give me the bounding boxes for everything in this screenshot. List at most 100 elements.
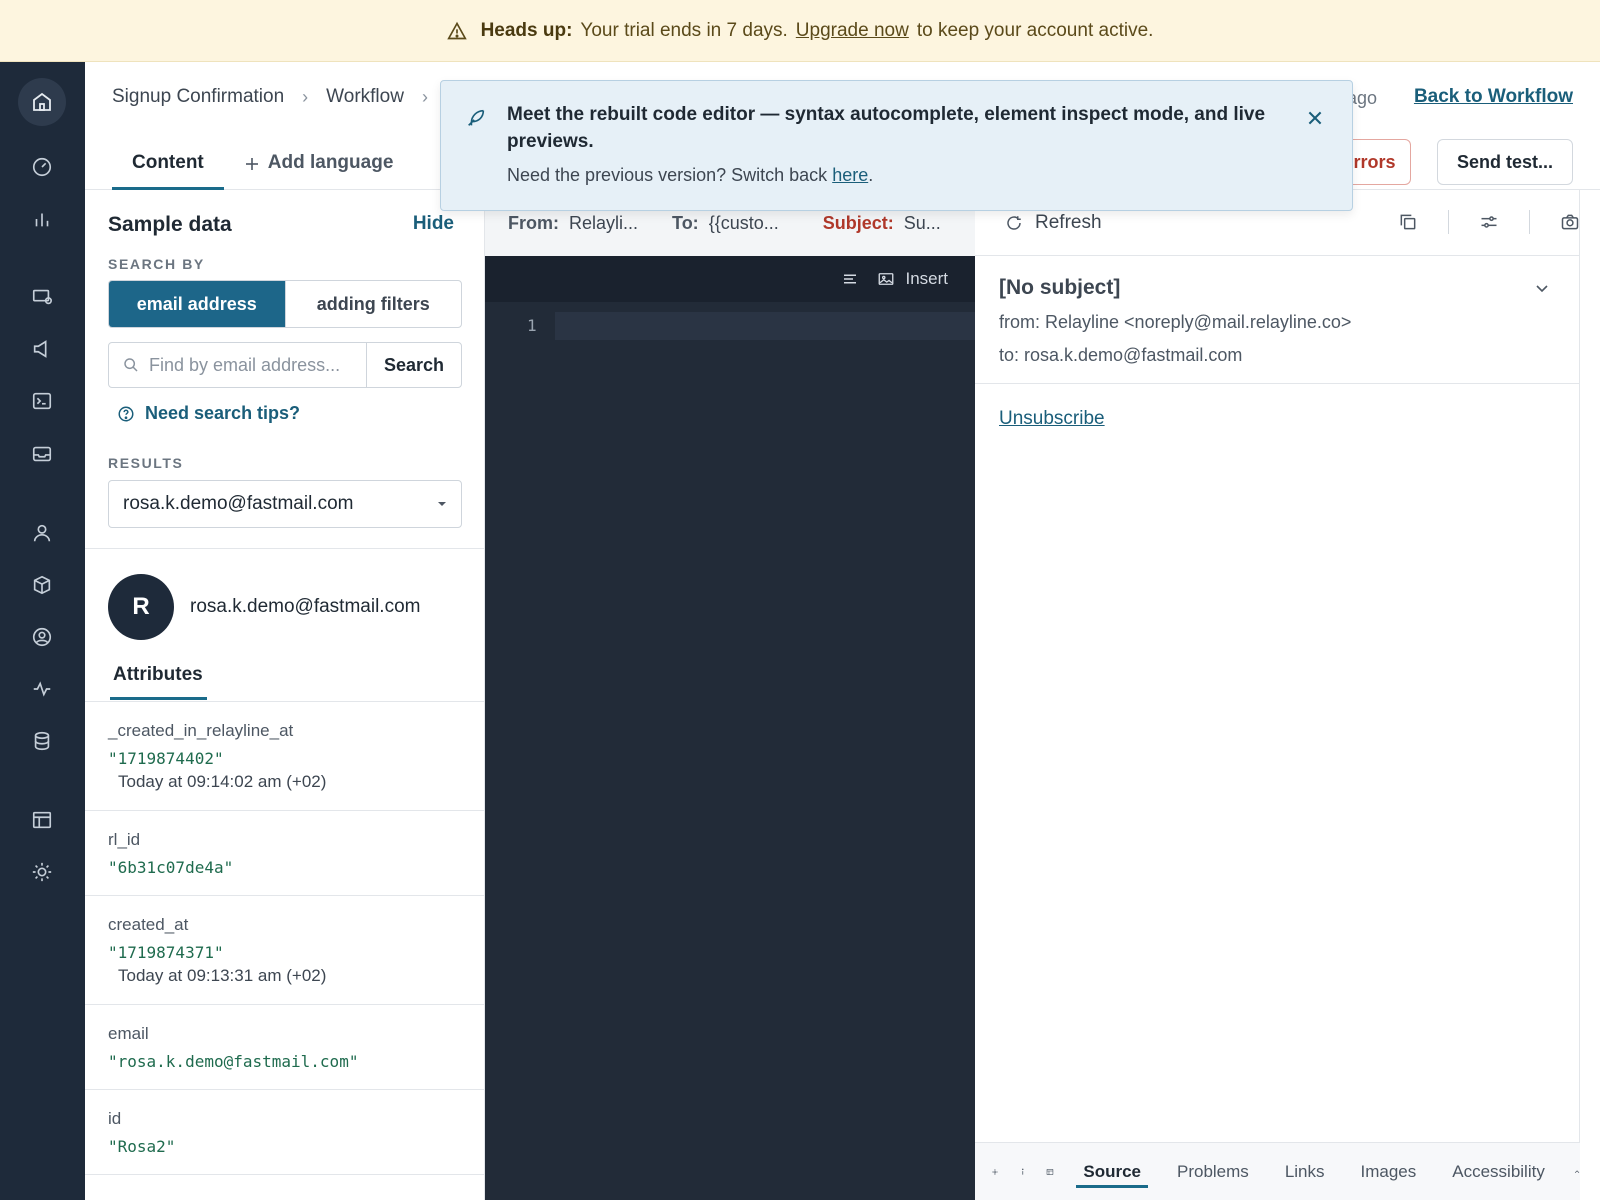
inspect-icon[interactable] — [991, 1163, 999, 1181]
messages-icon[interactable] — [30, 285, 54, 309]
object-icon[interactable] — [30, 573, 54, 597]
refresh-button[interactable]: Refresh — [1005, 212, 1102, 234]
format-align-icon[interactable] — [841, 270, 859, 288]
send-test-button[interactable]: Send test... — [1437, 139, 1573, 185]
from-label: From: — [508, 212, 559, 233]
tab-links[interactable]: Links — [1278, 1156, 1332, 1188]
results-select[interactable]: rosa.k.demo@fastmail.com — [108, 480, 462, 528]
attribute-value: "6b31c07de4a" — [108, 858, 234, 877]
attribute-row: email "rosa.k.demo@fastmail.com" — [85, 1005, 485, 1090]
refresh-icon — [1007, 215, 1021, 230]
search-by-label: SEARCH BY — [108, 256, 205, 272]
caret-down-icon — [438, 502, 446, 506]
results-selected-value: rosa.k.demo@fastmail.com — [123, 493, 354, 514]
attribute-hint: Today at 09:13:31 am (+02) — [118, 966, 327, 985]
tab-images[interactable]: Images — [1354, 1156, 1424, 1188]
attribute-hint: Today at 09:14:02 am (+02) — [118, 772, 327, 791]
terminal-icon[interactable] — [30, 389, 54, 413]
banner-prefix: Heads up: — [480, 19, 573, 41]
search-tips-label: Need search tips? — [145, 403, 301, 423]
code-editor: From: Relayli... To: {{custo... Subject:… — [485, 190, 975, 1200]
inbox-icon[interactable] — [30, 442, 54, 466]
breadcrumb-separator: › — [302, 86, 309, 107]
profile-email: rosa.k.demo@fastmail.com — [190, 596, 421, 617]
tab-attributes[interactable]: Attributes — [110, 664, 207, 700]
attribute-key: rl_id — [108, 830, 141, 849]
feather-icon — [468, 109, 485, 126]
attribute-key: id — [108, 1109, 122, 1128]
back-to-workflow-link[interactable]: Back to Workflow — [1414, 86, 1573, 108]
banner-text-after: to keep your account active. — [916, 19, 1154, 41]
mail-header: [No subject] from: Relayline <noreply@ma… — [975, 256, 1580, 384]
breadcrumb-item-workflow[interactable]: Workflow — [326, 86, 404, 108]
breadcrumb-separator: › — [421, 86, 428, 107]
preview-bottom-bar: Source Problems Links Images Accessibili… — [975, 1142, 1580, 1200]
toast-body-text: Need the previous version? Switch back — [507, 165, 828, 185]
account-icon[interactable] — [30, 625, 54, 649]
home-button[interactable] — [18, 78, 66, 126]
divider — [85, 548, 485, 549]
search-by-toggle: email address adding filters — [108, 280, 462, 328]
camera-icon[interactable] — [1560, 212, 1580, 232]
search-by-email-option[interactable]: email address — [109, 281, 285, 327]
from-field[interactable]: Relayli... — [569, 213, 638, 234]
attribute-key: email — [108, 1024, 149, 1043]
add-language-button[interactable]: Add language — [224, 146, 414, 190]
attribute-value: "1719874371" — [108, 943, 224, 962]
info-icon[interactable] — [1021, 1163, 1025, 1181]
broadcast-icon[interactable] — [30, 337, 54, 361]
to-field[interactable]: {{custo... — [709, 213, 779, 234]
unsubscribe-link[interactable]: Unsubscribe — [999, 408, 1105, 430]
settings-icon[interactable] — [30, 860, 54, 884]
tab-problems[interactable]: Problems — [1170, 1156, 1256, 1188]
analytics-icon[interactable] — [30, 207, 54, 231]
person-icon[interactable] — [30, 521, 54, 545]
close-icon[interactable] — [1306, 109, 1324, 127]
layout-icon[interactable] — [30, 808, 54, 832]
attribute-value: "1719874402" — [108, 749, 224, 768]
active-line[interactable] — [555, 312, 975, 340]
search-button[interactable]: Search — [367, 343, 461, 387]
add-language-label: Add language — [267, 152, 394, 173]
warning-icon — [446, 21, 467, 39]
toast-body: Need the previous version? Switch back h… — [507, 165, 873, 186]
switch-back-link[interactable]: here — [832, 165, 868, 185]
plus-icon — [245, 158, 258, 170]
refresh-label: Refresh — [1035, 211, 1102, 233]
attribute-row: id "Rosa2" — [85, 1090, 485, 1175]
home-icon — [33, 92, 51, 111]
chevron-up-icon[interactable] — [1574, 1165, 1580, 1179]
editor-toolbar: Insert — [485, 256, 975, 302]
insert-button[interactable]: Insert — [877, 269, 948, 289]
search-by-filters-option[interactable]: adding filters — [284, 281, 462, 327]
tab-accessibility[interactable]: Accessibility — [1445, 1156, 1552, 1188]
tab-content[interactable]: Content — [112, 146, 224, 190]
upgrade-link[interactable]: Upgrade now — [796, 20, 909, 42]
layout-icon[interactable] — [1046, 1163, 1054, 1181]
hide-button[interactable]: Hide — [413, 213, 454, 235]
toast-body-end: . — [868, 165, 874, 185]
sample-data-panel: Sample data Hide SEARCH BY email address… — [85, 190, 485, 1200]
copy-icon[interactable] — [1398, 212, 1418, 232]
to-label: To: — [672, 212, 699, 233]
tab-source[interactable]: Source — [1076, 1156, 1148, 1188]
database-icon[interactable] — [30, 729, 54, 753]
divider — [1529, 210, 1530, 234]
attribute-row: _created_in_relayline_at "1719874402" To… — [85, 702, 485, 811]
sliders-icon[interactable] — [1479, 212, 1499, 232]
email-preview: Refresh [No subject] from: Relayline <no… — [975, 190, 1580, 1200]
breadcrumb-item-campaign[interactable]: Signup Confirmation — [112, 86, 284, 108]
activity-icon[interactable] — [30, 677, 54, 701]
dashboard-icon[interactable] — [30, 155, 54, 179]
divider — [1448, 210, 1449, 234]
help-circle-icon — [118, 406, 134, 421]
subject-field[interactable]: Su... — [904, 213, 941, 234]
search-icon — [124, 358, 138, 372]
chevron-down-icon[interactable] — [1534, 280, 1550, 296]
search-tips-link[interactable]: Need search tips? — [117, 403, 300, 424]
line-number: 1 — [527, 316, 537, 335]
search-input[interactable] — [149, 354, 359, 376]
image-icon — [879, 273, 894, 285]
tab-content-label: Content — [132, 152, 204, 173]
email-search: Search — [108, 342, 462, 388]
